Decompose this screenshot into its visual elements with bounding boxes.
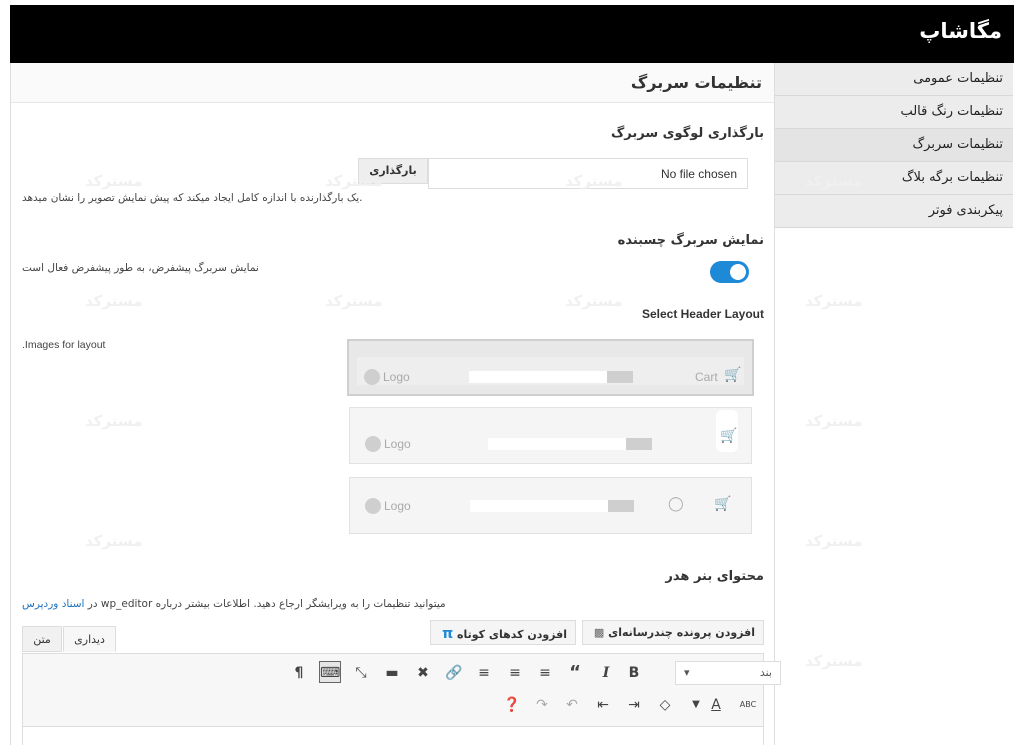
sticky-header-help: نمایش سربرگ پیشفرض، به طور پیشفرض فعال ا… bbox=[22, 262, 259, 274]
format-select-label: بند bbox=[759, 666, 772, 679]
toggle-knob bbox=[730, 264, 746, 280]
upload-button[interactable]: بارگذاری bbox=[358, 158, 428, 184]
logo-file-input[interactable]: No file chosen bbox=[428, 158, 748, 189]
tab-text[interactable]: متن bbox=[22, 626, 62, 652]
layout-option-3[interactable]: Logo ◯ 🛒 bbox=[349, 477, 752, 534]
user-icon: ◯ bbox=[668, 496, 684, 512]
unlink-icon[interactable]: ✖ bbox=[412, 662, 434, 684]
wp-editor: بند ▾ B I “ ≡ ≡ ≡ 🔗 ✖ ▬ ⤡ ⌨ ¶ ABC A ▼ ◇ … bbox=[22, 653, 781, 745]
blockquote-icon[interactable]: “ bbox=[564, 662, 586, 684]
sidebar-item-general[interactable]: تنظیمات عمومی bbox=[775, 63, 1013, 96]
paragraph-format-select[interactable]: بند ▾ bbox=[675, 661, 781, 685]
top-bar: مگاشاپ bbox=[10, 5, 1014, 63]
sidebar-item-label: تنظیمات عمومی bbox=[913, 71, 1003, 86]
paragraph-icon[interactable]: ¶ bbox=[288, 662, 310, 684]
layout-help: .Images for layout bbox=[22, 339, 106, 351]
layout-cart-label: Cart bbox=[695, 370, 718, 384]
logo-placeholder-icon bbox=[364, 369, 380, 385]
sidebar-item-footer[interactable]: پیکربندی فوتر bbox=[775, 195, 1013, 228]
chevron-down-icon: ▾ bbox=[684, 666, 690, 679]
sidebar-item-colors[interactable]: تنظیمات رنگ قالب bbox=[775, 96, 1013, 129]
align-center-icon[interactable]: ≡ bbox=[504, 662, 526, 684]
add-media-icon: ▩ bbox=[593, 626, 605, 639]
banner-help: میتوانید تنظیمات را به ویرایشگر ارجاع ده… bbox=[22, 598, 446, 610]
sidebar-item-label: تنظیمات سربرگ bbox=[912, 137, 1003, 152]
logo-placeholder-icon bbox=[365, 498, 381, 514]
clear-format-icon[interactable]: ◇ bbox=[654, 694, 676, 716]
watermark: مسترکد bbox=[805, 292, 863, 310]
cart-icon: 🛒 bbox=[720, 428, 738, 444]
read-more-icon[interactable]: ▬ bbox=[381, 662, 403, 684]
sticky-header-heading: نمایش سربرگ چسبنده bbox=[617, 233, 764, 248]
italic-icon[interactable]: I bbox=[595, 662, 617, 684]
logo-placeholder-icon bbox=[365, 436, 381, 452]
panel-header: تنظیمات سربرگ bbox=[11, 63, 774, 103]
indent-icon[interactable]: ⇥ bbox=[623, 694, 645, 716]
sidebar-item-label: تنظیمات برگه بلاگ bbox=[901, 170, 1003, 185]
add-media-button[interactable]: ▩ افزودن پرونده چندرسانه‌ای bbox=[582, 620, 764, 645]
page-title: تنظیمات سربرگ bbox=[630, 73, 762, 92]
outdent-icon[interactable]: ⇤ bbox=[592, 694, 614, 716]
strikethrough-icon[interactable]: ABC bbox=[737, 694, 759, 716]
sticky-header-toggle[interactable] bbox=[710, 261, 749, 283]
sidebar-item-blog[interactable]: تنظیمات برگه بلاگ bbox=[775, 162, 1013, 195]
chevron-down-icon[interactable]: ▼ bbox=[685, 694, 707, 716]
logo-upload-help: یک بارگذارنده با اندازه کامل ایجاد میکند… bbox=[22, 192, 363, 204]
layout-search-button bbox=[607, 371, 633, 383]
text-color-icon[interactable]: A bbox=[705, 694, 727, 716]
layout-search-button bbox=[608, 500, 634, 512]
align-left-icon[interactable]: ≡ bbox=[473, 662, 495, 684]
wordpress-docs-link[interactable]: اسناد وردپرس bbox=[22, 598, 84, 610]
align-right-icon[interactable]: ≡ bbox=[534, 662, 556, 684]
link-icon[interactable]: 🔗 bbox=[443, 662, 465, 684]
add-shortcode-label: افزودن کدهای کوتاه bbox=[457, 628, 567, 641]
layout-logo-label: Logo bbox=[384, 437, 411, 451]
toolbar-toggle-icon[interactable]: ⌨ bbox=[319, 661, 341, 683]
watermark: مسترکد bbox=[805, 532, 863, 550]
settings-sidebar: تنظیمات عمومی تنظیمات رنگ قالب تنظیمات س… bbox=[775, 63, 1013, 228]
watermark: مسترکد bbox=[805, 412, 863, 430]
layout-heading: Select Header Layout bbox=[641, 307, 764, 321]
editor-content-area[interactable] bbox=[23, 726, 763, 745]
fullscreen-icon[interactable]: ⤡ bbox=[350, 662, 372, 684]
cart-icon: 🛒 bbox=[724, 367, 742, 383]
layout-logo-label: Logo bbox=[383, 370, 410, 384]
bold-icon[interactable]: B bbox=[623, 662, 645, 684]
layout-search-placeholder bbox=[488, 438, 628, 450]
layout-search-placeholder bbox=[469, 371, 609, 383]
logo-upload-heading: بارگذاری لوگوی سربرگ bbox=[610, 126, 764, 141]
undo-icon[interactable]: ↶ bbox=[561, 694, 583, 716]
banner-heading: محتوای بنر هدر bbox=[665, 569, 764, 584]
layout-search-button bbox=[626, 438, 652, 450]
layout-logo-label: Logo bbox=[384, 499, 411, 513]
redo-icon[interactable]: ↷ bbox=[531, 694, 553, 716]
tab-visual[interactable]: دیداری bbox=[63, 626, 116, 652]
layout-search-placeholder bbox=[470, 500, 610, 512]
sidebar-item-label: تنظیمات رنگ قالب bbox=[900, 104, 1003, 119]
sidebar-item-label: پیکربندی فوتر bbox=[928, 203, 1003, 218]
banner-help-text: میتوانید تنظیمات را به ویرایشگر ارجاع ده… bbox=[87, 598, 446, 610]
sidebar-item-header[interactable]: تنظیمات سربرگ bbox=[775, 129, 1013, 162]
layout-option-1[interactable]: Logo Cart 🛒 bbox=[347, 339, 754, 396]
pi-icon: π bbox=[442, 626, 454, 642]
help-icon[interactable]: ❓ bbox=[501, 694, 523, 716]
add-media-label: افزودن پرونده چندرسانه‌ای bbox=[608, 626, 755, 639]
watermark: مسترکد bbox=[805, 652, 863, 670]
layout-option-2[interactable]: Logo 🛒 bbox=[349, 407, 752, 464]
brand-title: مگاشاپ bbox=[919, 19, 1002, 43]
add-shortcode-button[interactable]: π افزودن کدهای کوتاه bbox=[430, 620, 576, 645]
app-window: مگاشاپ تنظیمات عمومی تنظیمات رنگ قالب تن… bbox=[0, 0, 1024, 745]
cart-icon: 🛒 bbox=[714, 496, 732, 512]
